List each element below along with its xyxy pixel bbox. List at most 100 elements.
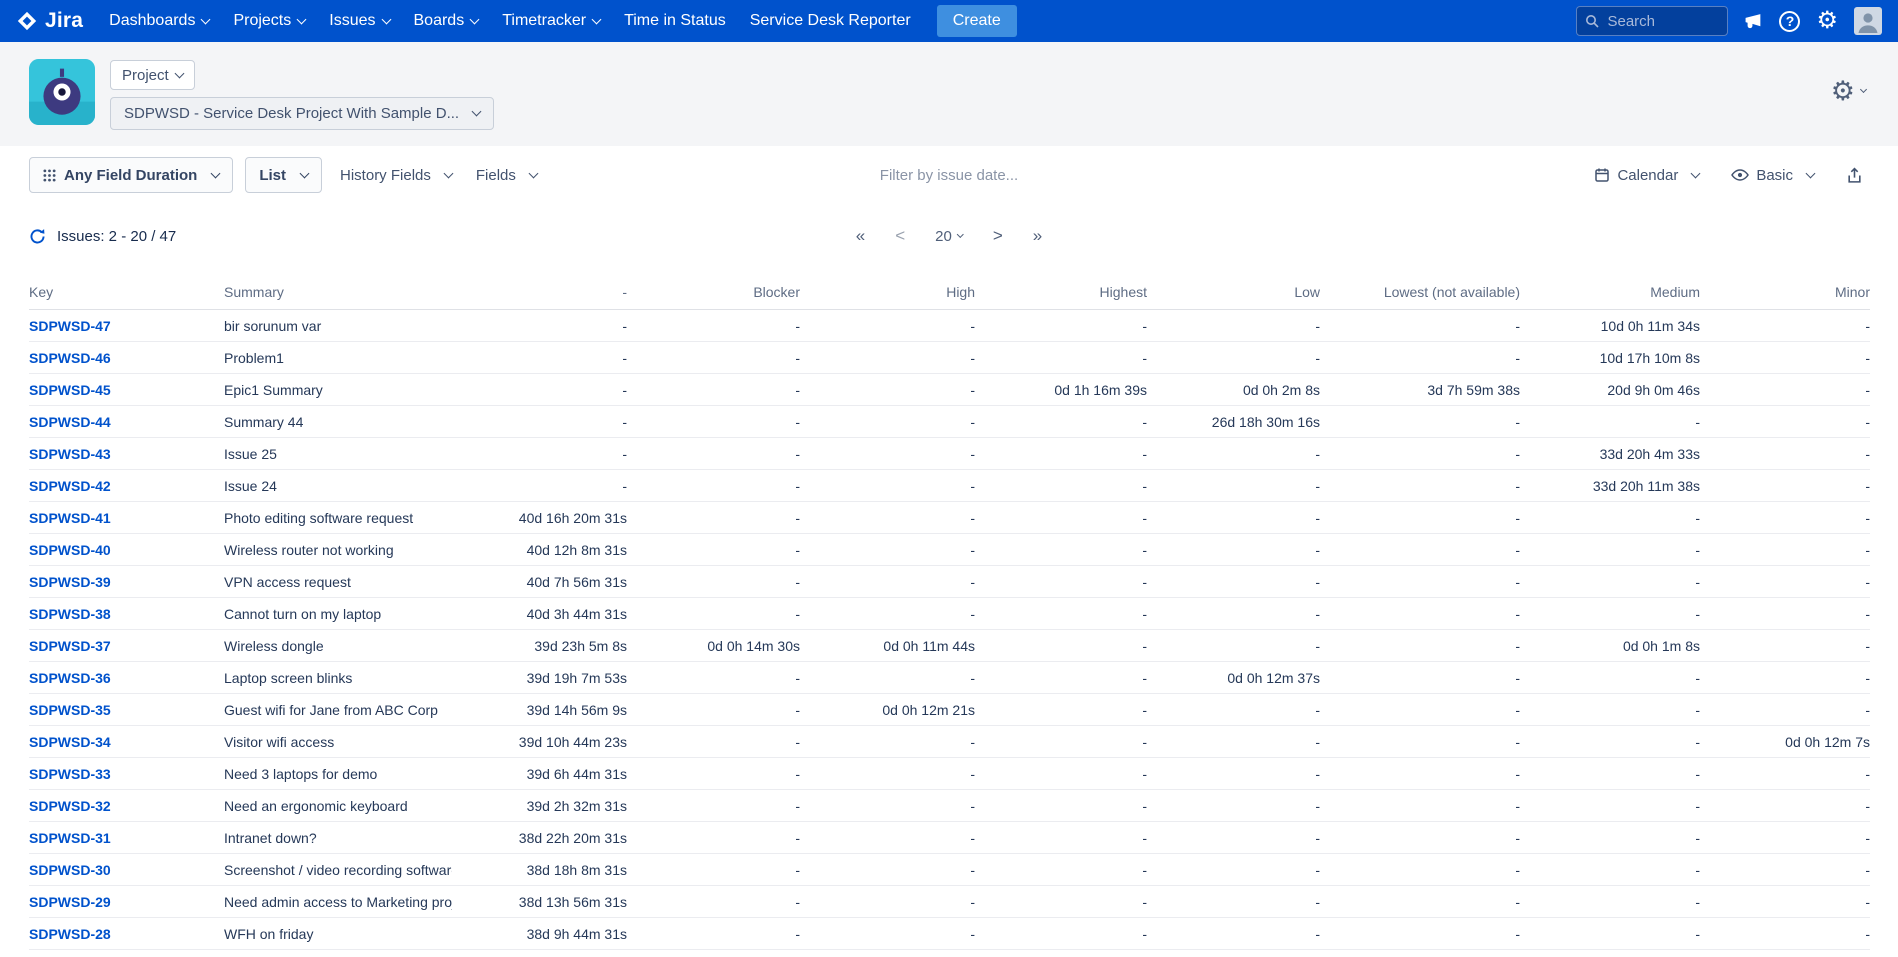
calendar-select[interactable]: Calendar — [1588, 167, 1705, 184]
scope-select[interactable]: Project — [110, 60, 195, 90]
issue-key-link[interactable]: SDPWSD-30 — [29, 862, 224, 878]
export-button[interactable] — [1840, 167, 1869, 184]
chevron-down-icon — [211, 168, 221, 178]
duration-cell: 0d 0h 14m 30s — [627, 638, 800, 654]
nav-item-time-in-status[interactable]: Time in Status — [624, 12, 726, 30]
nav-item-label: Timetracker — [502, 12, 586, 30]
duration-cell: - — [975, 766, 1147, 782]
last-page-button[interactable]: » — [1033, 226, 1042, 246]
duration-cell: - — [1320, 894, 1520, 910]
column-header-blocker[interactable]: Blocker — [627, 284, 800, 300]
issue-key-link[interactable]: SDPWSD-35 — [29, 702, 224, 718]
project-avatar[interactable] — [29, 59, 95, 125]
issue-key-link[interactable]: SDPWSD-36 — [29, 670, 224, 686]
table-row: SDPWSD-42Issue 24------33d 20h 11m 38s- — [29, 470, 1870, 502]
next-page-button[interactable]: > — [993, 226, 1003, 246]
duration-cell: 0d 1h 16m 39s — [975, 382, 1147, 398]
announcement-icon[interactable] — [1744, 13, 1763, 30]
refresh-icon[interactable] — [29, 228, 46, 245]
view-mode-select[interactable]: Basic — [1725, 167, 1820, 184]
project-select[interactable]: SDPWSD - Service Desk Project With Sampl… — [110, 97, 494, 130]
fields-select[interactable]: Fields — [470, 167, 543, 184]
nav-item-projects[interactable]: Projects — [233, 12, 305, 30]
table-row: SDPWSD-45Epic1 Summary---0d 1h 16m 39s0d… — [29, 374, 1870, 406]
first-page-button[interactable]: « — [856, 226, 865, 246]
prev-page-button[interactable]: < — [895, 226, 905, 246]
duration-cell: - — [1320, 446, 1520, 462]
duration-cell: - — [627, 830, 800, 846]
field-duration-label: Any Field Duration — [64, 167, 197, 184]
column-header-medium[interactable]: Medium — [1520, 284, 1700, 300]
issue-key-link[interactable]: SDPWSD-45 — [29, 382, 224, 398]
issue-key-link[interactable]: SDPWSD-39 — [29, 574, 224, 590]
chevron-down-icon — [528, 168, 538, 178]
issue-key-link[interactable]: SDPWSD-42 — [29, 478, 224, 494]
table-row: SDPWSD-29Need admin access to Marketing … — [29, 886, 1870, 918]
settings-gear-button[interactable]: ⚙ — [1831, 78, 1866, 105]
duration-cell: 38d 13h 56m 31s — [452, 894, 627, 910]
duration-cell: - — [1320, 638, 1520, 654]
duration-cell: - — [452, 478, 627, 494]
field-duration-select[interactable]: Any Field Duration — [29, 157, 233, 193]
history-fields-select[interactable]: History Fields — [334, 167, 458, 184]
issue-key-link[interactable]: SDPWSD-37 — [29, 638, 224, 654]
issue-key-link[interactable]: SDPWSD-47 — [29, 318, 224, 334]
column-header-key[interactable]: Key — [29, 284, 224, 300]
duration-cell: - — [627, 734, 800, 750]
issue-key-link[interactable]: SDPWSD-32 — [29, 798, 224, 814]
duration-cell: - — [627, 670, 800, 686]
duration-cell: - — [627, 510, 800, 526]
help-icon[interactable]: ? — [1779, 11, 1800, 32]
duration-cell: - — [1147, 862, 1320, 878]
nav-item-boards[interactable]: Boards — [414, 12, 479, 30]
duration-cell: - — [1700, 702, 1870, 718]
calendar-icon — [1594, 167, 1610, 183]
issue-key-link[interactable]: SDPWSD-43 — [29, 446, 224, 462]
issue-summary: Intranet down? — [224, 830, 452, 846]
issue-key-link[interactable]: SDPWSD-29 — [29, 894, 224, 910]
column-header-lowest-not-available[interactable]: Lowest (not available) — [1320, 284, 1520, 300]
duration-cell: - — [800, 734, 975, 750]
column-header-dash[interactable]: - — [452, 284, 627, 300]
page-size-select[interactable]: 20 — [935, 228, 963, 245]
issue-key-link[interactable]: SDPWSD-41 — [29, 510, 224, 526]
nav-item-issues[interactable]: Issues — [329, 12, 389, 30]
issue-key-link[interactable]: SDPWSD-31 — [29, 830, 224, 846]
duration-cell: - — [1700, 926, 1870, 942]
duration-cell: - — [1700, 414, 1870, 430]
column-header-highest[interactable]: Highest — [975, 284, 1147, 300]
nav-item-label: Service Desk Reporter — [750, 12, 911, 30]
issue-key-link[interactable]: SDPWSD-44 — [29, 414, 224, 430]
create-button[interactable]: Create — [937, 5, 1017, 37]
duration-cell: 40d 16h 20m 31s — [452, 510, 627, 526]
issue-key-link[interactable]: SDPWSD-38 — [29, 606, 224, 622]
duration-cell: - — [1520, 830, 1700, 846]
issue-key-link[interactable]: SDPWSD-40 — [29, 542, 224, 558]
column-header-high[interactable]: High — [800, 284, 975, 300]
duration-cell: - — [627, 702, 800, 718]
issue-summary: Need an ergonomic keyboard — [224, 798, 452, 814]
nav-item-service-desk-reporter[interactable]: Service Desk Reporter — [750, 12, 911, 30]
view-select[interactable]: List — [245, 157, 322, 193]
issue-date-filter[interactable]: Filter by issue date... — [880, 167, 1018, 184]
duration-cell: - — [1700, 862, 1870, 878]
duration-cell: - — [800, 894, 975, 910]
duration-cell: - — [800, 798, 975, 814]
issue-key-link[interactable]: SDPWSD-33 — [29, 766, 224, 782]
duration-cell: 0d 0h 12m 37s — [1147, 670, 1320, 686]
duration-cell: - — [627, 414, 800, 430]
column-header-minor[interactable]: Minor — [1700, 284, 1870, 300]
nav-item-dashboards[interactable]: Dashboards — [109, 12, 209, 30]
duration-cell: - — [1320, 734, 1520, 750]
issue-key-link[interactable]: SDPWSD-28 — [29, 926, 224, 942]
user-avatar[interactable] — [1854, 7, 1882, 35]
column-header-low[interactable]: Low — [1147, 284, 1320, 300]
nav-item-timetracker[interactable]: Timetracker — [502, 12, 600, 30]
issue-key-link[interactable]: SDPWSD-46 — [29, 350, 224, 366]
issues-count: Issues: 2 - 20 / 47 — [57, 228, 176, 245]
gear-icon[interactable]: ⚙ — [1816, 9, 1838, 33]
jira-logo[interactable]: Jira — [16, 9, 83, 33]
issue-key-link[interactable]: SDPWSD-34 — [29, 734, 224, 750]
duration-cell: - — [975, 638, 1147, 654]
column-header-summary[interactable]: Summary — [224, 284, 452, 300]
